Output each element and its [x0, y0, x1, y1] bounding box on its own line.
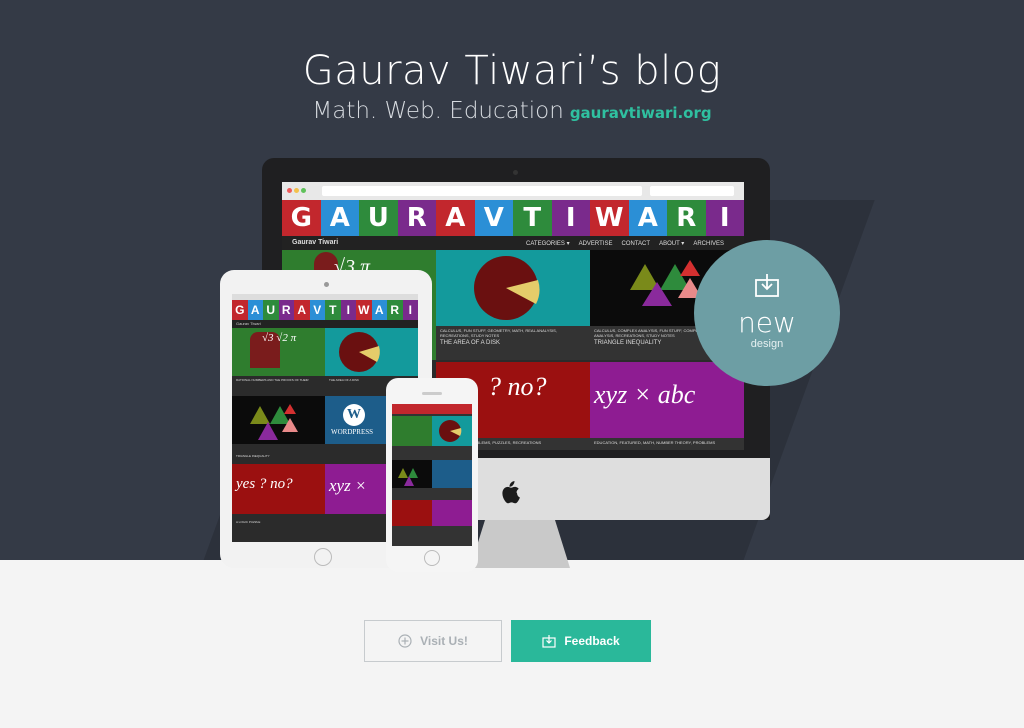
post-categories: EDUCATION, FEATURED, MATH, NUMBER THEORY… — [594, 440, 716, 445]
iphone-screen — [392, 404, 472, 546]
ipad-caption: TRIANGLE INEQUALITY — [236, 454, 270, 458]
logo-letter: R — [278, 300, 294, 320]
iphone-speaker — [422, 392, 442, 395]
logo-letter: I — [551, 200, 590, 236]
imac-stand — [470, 520, 570, 568]
ipad-tile-triangles[interactable] — [232, 396, 325, 444]
iphone-home-button — [424, 550, 440, 566]
site-nav-item[interactable]: ARCHIVES — [693, 241, 724, 247]
iphone-tile[interactable] — [392, 416, 432, 446]
camera-dot — [513, 170, 518, 175]
ipad-tile-logic[interactable]: yes ? no? — [232, 464, 325, 514]
post-tile-area-of-disk[interactable] — [436, 250, 590, 326]
maximize-dot-icon[interactable] — [301, 188, 306, 193]
close-dot-icon[interactable] — [287, 188, 292, 193]
logo-letter: A — [628, 200, 667, 236]
tile-logic-text: ? no? — [488, 372, 547, 401]
logo-letter: A — [371, 300, 387, 320]
ipad-caption: A LOGIC PUZZLE — [236, 520, 261, 524]
post-title[interactable]: THE AREA OF A DISK — [440, 340, 500, 346]
visit-us-label: Visit Us! — [420, 634, 468, 648]
site-name[interactable]: Gaurav Tiwari — [292, 239, 338, 246]
wordpress-label: WORDPRESS — [331, 428, 374, 436]
pie-illustration-icon — [439, 420, 462, 442]
logo-letter: T — [325, 300, 341, 320]
ipad-caption: RATIONAL NUMBERS AND THE PROOFS OF THEIR — [236, 378, 309, 382]
new-design-badge[interactable]: new design — [694, 240, 840, 386]
logo-letter: T — [513, 200, 552, 236]
site-nav-item[interactable]: CONTACT — [622, 241, 651, 247]
post-categories: CALCULUS, FUN STUFF, GEOMETRY, MATH, REA… — [440, 328, 557, 338]
site-logo-banner: GAURAVTIWARI — [282, 200, 744, 236]
ipad-tile-logic-text: yes ? no? — [236, 476, 293, 492]
site-nav-item[interactable]: ADVERTISE — [579, 241, 613, 247]
ipad-caption: THE AREA OF A DISK — [329, 378, 360, 382]
download-icon — [755, 274, 779, 297]
post-meta-number-theory: EDUCATION, FEATURED, MATH, NUMBER THEORY… — [590, 438, 744, 450]
logo-letter: A — [247, 300, 263, 320]
site-navbar: Gaurav Tiwari CATEGORIES ▾ ADVERTISE CONTA… — [282, 236, 744, 250]
triangles-illustration-icon — [250, 404, 298, 440]
logo-letter: I — [705, 200, 744, 236]
apple-logo-icon — [502, 481, 520, 504]
badge-sublabel: design — [750, 338, 784, 350]
logo-letter: R — [387, 300, 403, 320]
site-nav-item[interactable]: ABOUT ▾ — [659, 241, 684, 247]
wordpress-logo-icon: W — [343, 404, 365, 426]
logo-letter: U — [263, 300, 279, 320]
ipad-navbar: Gaurav Tiwari — [232, 320, 418, 328]
logo-letter: R — [397, 200, 436, 236]
badge-label: new — [738, 306, 796, 339]
logo-letter: W — [356, 300, 372, 320]
pie-illustration-icon — [339, 332, 380, 372]
ipad-tile-math[interactable]: √3 √2 π — [232, 328, 325, 376]
ipad-home-button — [314, 548, 332, 566]
iphone-logo-strip — [392, 404, 472, 414]
post-meta-area: CALCULUS, FUN STUFF, GEOMETRY, MATH, REA… — [436, 326, 590, 360]
logo-letter: V — [309, 300, 325, 320]
ipad-tile-math-text: √3 √2 π — [262, 332, 297, 344]
post-title[interactable]: TRIANGLE INEQUALITY — [594, 340, 661, 346]
plus-circle-icon — [398, 634, 412, 648]
browser-toolbar — [282, 182, 744, 200]
browser-search-bar[interactable] — [650, 186, 734, 196]
page-subtitle: Math. Web. Education gauravtiwari.org — [0, 98, 1024, 124]
triangles-illustration-icon — [398, 468, 418, 486]
iphone-tile[interactable] — [432, 460, 472, 488]
ipad-camera — [324, 282, 329, 287]
logo-letter: W — [590, 200, 629, 236]
logo-letter: G — [282, 200, 321, 236]
iphone-tile[interactable] — [432, 500, 472, 526]
tagline: Math. Web. Education — [312, 98, 564, 124]
feedback-label: Feedback — [564, 634, 620, 648]
minimize-dot-icon[interactable] — [294, 188, 299, 193]
site-nav-item[interactable]: CATEGORIES ▾ — [526, 241, 570, 247]
address-bar[interactable] — [322, 186, 642, 196]
iphone-tile[interactable] — [392, 460, 432, 488]
download-icon — [542, 635, 556, 648]
iphone-tile[interactable] — [392, 500, 432, 526]
logo-letter: A — [320, 200, 359, 236]
post-tile-number-theory[interactable]: xyz × abc — [590, 362, 744, 438]
logo-letter: I — [402, 300, 418, 320]
domain-link[interactable]: gauravtiwari.org — [570, 104, 712, 122]
pie-illustration-icon — [474, 256, 540, 320]
logo-letter: I — [340, 300, 356, 320]
logo-letter: V — [474, 200, 513, 236]
logo-letter: A — [436, 200, 475, 236]
visit-us-button[interactable]: Visit Us! — [364, 620, 502, 662]
logo-letter: U — [359, 200, 398, 236]
logo-letter: A — [294, 300, 310, 320]
feedback-button[interactable]: Feedback — [511, 620, 651, 662]
logo-letter: R — [667, 200, 706, 236]
site-nav-links: CATEGORIES ▾ ADVERTISE CONTACT ABOUT ▾ ARCHI… — [517, 240, 724, 247]
iphone-tile[interactable] — [432, 416, 472, 446]
page-title: Gaurav Tiwari’s blog — [302, 48, 722, 94]
tile-numtheory-text: xyz × abc — [594, 380, 696, 409]
ipad-logo-banner: GAURAVTIWARI — [232, 300, 418, 320]
ipad-tile-numtheory-text: xyz × — [329, 476, 367, 495]
ipad-tile-disk[interactable] — [325, 328, 418, 376]
logo-letter: G — [232, 300, 248, 320]
